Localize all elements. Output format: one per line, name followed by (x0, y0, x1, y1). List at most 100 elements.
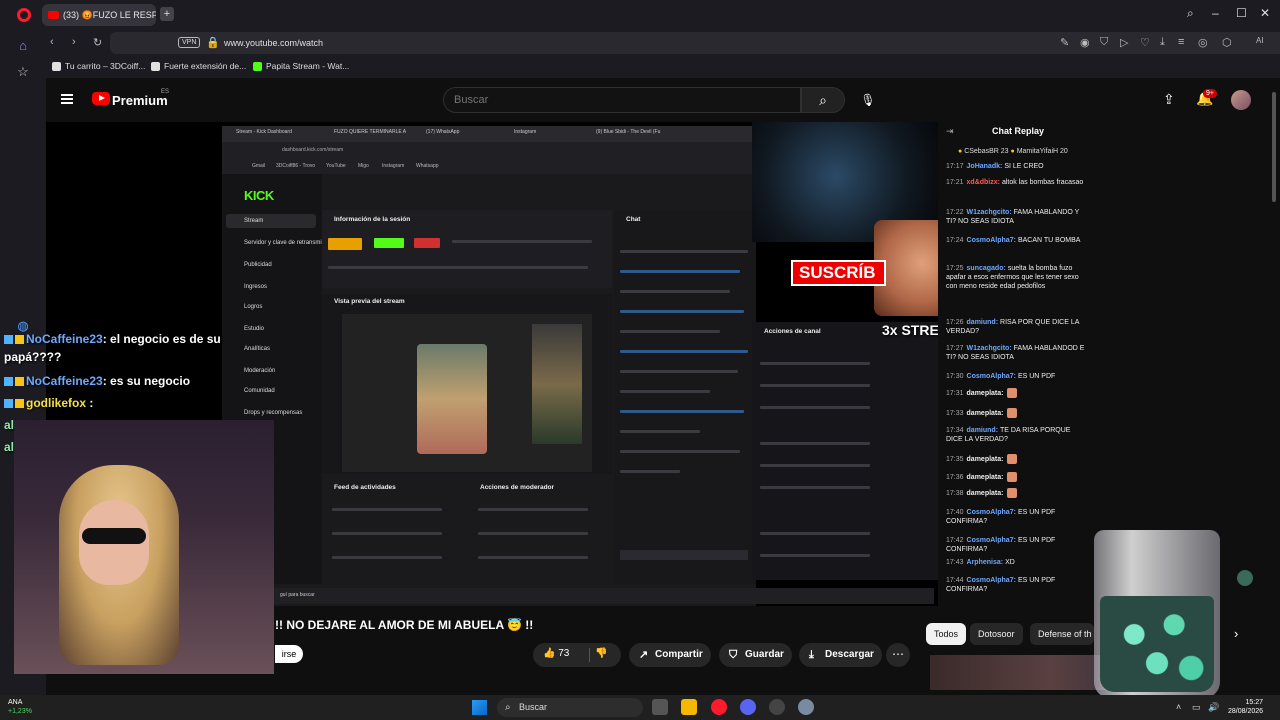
collapse-chat-icon[interactable]: ⇥ (946, 126, 954, 137)
bookmark-icon: ⛉ (729, 649, 738, 661)
download-icon: ⤓ (809, 649, 814, 661)
stream-taskbar-search: guí para buscar (280, 592, 315, 598)
hamburger-menu-icon[interactable] (61, 94, 73, 104)
search-input[interactable] (454, 94, 784, 106)
chatgpt-icon[interactable] (769, 699, 785, 715)
youtube-premium-label[interactable]: Premium (112, 93, 168, 108)
overlay-chat-line: NoCaffeine23: es su negocio (4, 374, 190, 388)
minimize-icon[interactable]: – (1212, 6, 1219, 20)
ai-button[interactable]: AI (1256, 36, 1264, 45)
monitor-icon[interactable]: ▭ (1192, 702, 1201, 713)
chat-time: 17:24 (946, 237, 964, 244)
play-icon[interactable]: ▷ (1120, 36, 1128, 49)
kick-nav-item: Stream (244, 218, 264, 224)
overlay-chat-line: NoCaffeine23: el negocio es de su (4, 332, 221, 346)
file-explorer-icon[interactable] (681, 699, 697, 715)
chevron-up-icon[interactable]: ˄ (1176, 702, 1181, 712)
chat-message: 17:30 CosmoAlpha7: ES UN PDF (946, 372, 1086, 381)
opera-icon[interactable] (711, 699, 727, 715)
floating-badge-icon[interactable] (1237, 570, 1253, 586)
chat-user: JoHanadk: (966, 163, 1003, 170)
page-scrollbar[interactable] (1272, 92, 1276, 202)
chip-todos[interactable]: Todos (926, 623, 967, 645)
chat-time: 17:42 (946, 537, 964, 544)
search-button[interactable]: ⌕ (801, 87, 845, 113)
reload-icon[interactable]: ↻ (93, 36, 102, 49)
dislike-button[interactable]: 👎 (595, 648, 607, 659)
settings-icon[interactable] (798, 699, 814, 715)
menu-icon[interactable]: ≡ (1178, 36, 1184, 48)
heart-icon[interactable]: ♡ (1140, 36, 1150, 49)
browser-tab-bar: (33) 😡FUZO LE RESPONDE × + ⌕ – ☐ ✕ (0, 0, 1280, 30)
close-window-icon[interactable]: ✕ (1260, 6, 1270, 20)
kick-nav-item: Logros (244, 304, 263, 310)
save-button[interactable]: ⛉ Guardar (719, 643, 793, 667)
chat-text: FAMA HABLANDO Y TI? NO SEAS IDIOTA (946, 209, 1080, 225)
back-icon[interactable]: ‹ (50, 36, 54, 48)
create-upload-icon[interactable]: ⇪ (1163, 91, 1175, 108)
chat-message: 17:44 CosmoAlpha7: ES UN PDF CONFIRMA? (946, 576, 1086, 594)
maximize-icon[interactable]: ☐ (1236, 6, 1247, 20)
browser-tab-active[interactable]: (33) 😡FUZO LE RESPONDE × (42, 4, 156, 26)
chat-user: xd&dbizx: (966, 179, 1000, 186)
discord-icon[interactable] (740, 699, 756, 715)
microphone-icon: 🎙 (860, 93, 876, 107)
webcam-streamer (14, 420, 274, 674)
camera-icon[interactable]: ◉ (1080, 36, 1090, 49)
download-icon[interactable]: ⤓ (1160, 36, 1165, 49)
chip-defense[interactable]: Defense of th (1030, 623, 1094, 645)
badge-icon (4, 399, 13, 409)
chat-message: 17:33 dameplata: (946, 408, 1086, 418)
sunglasses (82, 528, 146, 544)
chat-message: 17:17 JoHanadk: SI LE CREO (946, 162, 1086, 171)
avatar[interactable] (1231, 90, 1251, 110)
profile-icon[interactable]: ◎ (1198, 36, 1208, 49)
share-button[interactable]: ↗ Compartir (629, 643, 712, 667)
home-icon[interactable]: ⌂ (15, 38, 31, 54)
activity-feed-panel: Feed de actividades (322, 478, 466, 584)
more-actions-button[interactable]: ⋯ (886, 643, 910, 667)
badge-icon (15, 399, 24, 409)
chip-dotosoor[interactable]: Dotosoor (970, 623, 1023, 645)
youtube-logo-icon[interactable] (92, 92, 110, 105)
bookmarks-bar: Tu carrito – 3DCoiff... Fuerte extensión… (46, 56, 1280, 78)
like-button[interactable]: 👍 73 (543, 648, 569, 659)
vpn-badge[interactable]: VPN (178, 37, 201, 48)
chat-time: 17:30 (946, 373, 964, 380)
bookmark-item[interactable]: Fuerte extensión de... (151, 61, 246, 71)
chat-user: damiund: (966, 427, 999, 434)
url-text[interactable]: www.youtube.com/watch (224, 38, 323, 48)
chat-user: W1zachgcito: (966, 345, 1012, 352)
new-tab-button[interactable]: + (160, 7, 174, 21)
kick-bookmark: Gmail (252, 163, 266, 169)
volume-icon[interactable]: 🔊 (1208, 702, 1219, 713)
kick-nav-item: Publicidad (244, 262, 272, 268)
shield-icon[interactable]: ⛉ (1100, 36, 1108, 49)
search-tabs-icon[interactable]: ⌕ (1187, 6, 1194, 21)
opera-logo-icon[interactable] (17, 8, 31, 22)
download-button[interactable]: ⤓ Descargar (799, 643, 883, 667)
panel-title: Vista previa del stream (334, 298, 405, 305)
chevron-right-icon[interactable]: › (1234, 626, 1238, 641)
kick-nav-item: Servidor y clave de retransmisión (244, 240, 333, 246)
voice-search-button[interactable]: 🎙 (856, 88, 880, 112)
bookmark-item[interactable]: Tu carrito – 3DCoiff... (52, 61, 145, 71)
star-icon[interactable]: ☆ (15, 64, 31, 80)
taskbar-search[interactable]: ⌕ Buscar (497, 698, 643, 717)
bookmark-item[interactable]: Papita Stream - Wat... (253, 61, 349, 71)
youtube-header: Premium ES ⌕ 🎙 ⇪ 🔔 9+ (46, 78, 1280, 122)
weather-widget[interactable]: ANA +1,23% (8, 698, 32, 716)
task-view-icon[interactable] (652, 699, 668, 715)
forward-icon[interactable]: › (72, 36, 76, 48)
chat-time: 17:27 (946, 345, 964, 352)
edit-icon[interactable]: ✎ (1060, 36, 1069, 49)
chat-text: ES UN PDF (1017, 373, 1056, 380)
windows-start-icon[interactable] (472, 700, 487, 715)
subscribe-banner-overlay: SUSCRÍB (791, 260, 886, 286)
emote-icon (1007, 388, 1018, 398)
subscribe-button[interactable]: irse (275, 645, 303, 663)
taskbar-clock[interactable]: 15:27 28/08/2026 (1228, 698, 1263, 716)
url-box[interactable]: VPN 🔒 www.youtube.com/watch ✎ ◉ ⛉ ▷ ♡ ⤓ … (110, 32, 1280, 54)
preview-video (342, 314, 592, 472)
extensions-icon[interactable]: ⬡ (1222, 36, 1232, 49)
